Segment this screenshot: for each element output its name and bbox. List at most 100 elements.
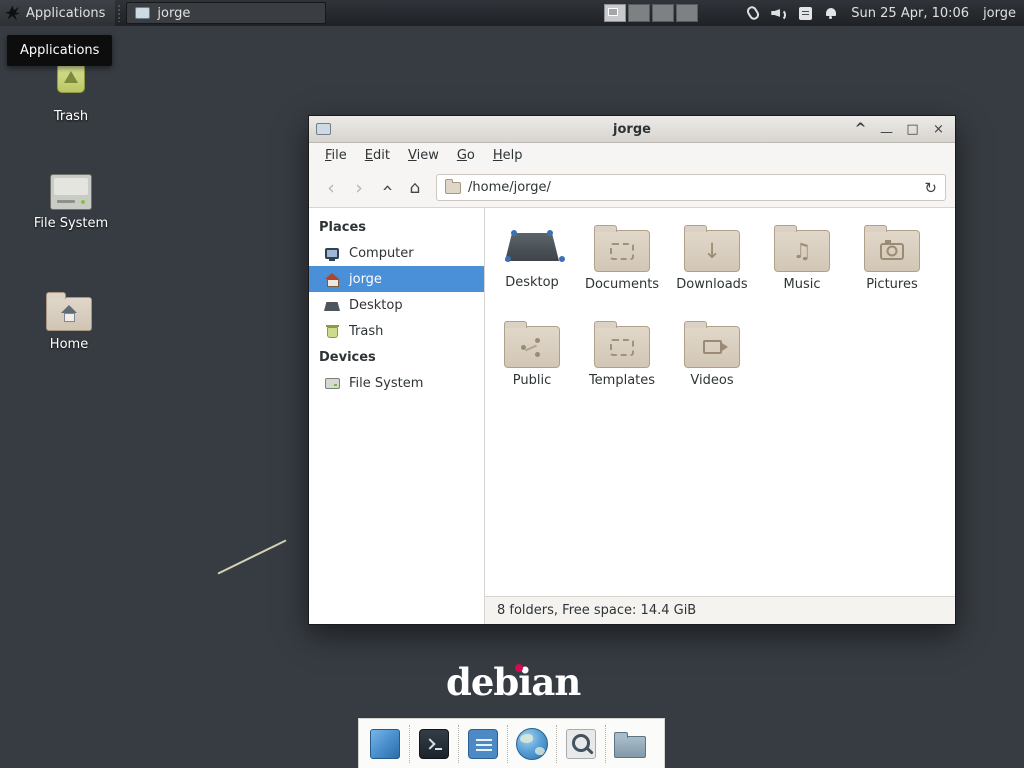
home-folder-icon [46,297,92,331]
minimize-button[interactable]: — [879,120,894,145]
volume-icon[interactable] [771,6,786,20]
file-label: Documents [585,277,659,292]
applications-menu-button[interactable]: Applications [0,0,115,26]
dock-item-web-browser[interactable] [512,724,552,764]
location-bar[interactable]: /home/jorge/ ↻ [436,174,946,201]
desktop-icon-label: File System [25,216,117,231]
file-videos[interactable]: Videos [667,314,757,410]
menu-view[interactable]: View [399,145,448,166]
music-note-icon: ♫ [793,241,812,262]
notifications-bell-icon[interactable] [825,7,837,20]
app-finder-icon [566,729,596,759]
desktop-icon-file-system[interactable]: File System [25,168,117,231]
sidebar-item-label: Computer [349,246,414,261]
file-label: Pictures [866,277,917,292]
debian-swirl-dot [515,664,523,672]
dock-separator [507,725,508,763]
workspace-1[interactable] [604,4,626,22]
sidebar-item-jorge[interactable]: jorge [309,266,484,292]
video-emblem-icon [703,340,722,354]
dock-item-app-finder[interactable] [561,724,601,764]
desktop-icon-label: Trash [25,109,117,124]
maximize-button[interactable]: □ [905,117,920,142]
home-button[interactable]: ⌂ [402,175,428,201]
menu-go[interactable]: Go [448,145,484,166]
places-header: Places [309,214,484,240]
notes-tray-icon[interactable] [799,7,812,20]
taskbar-window-button[interactable]: jorge [126,2,326,24]
window-body: Places Computer jorge Desktop Trash Devi… [309,208,955,624]
workspace-2[interactable] [628,4,650,22]
file-music[interactable]: ♫ Music [757,218,847,314]
folder-icon [684,326,740,368]
reload-button[interactable]: ↻ [924,179,937,197]
forward-button[interactable]: › [346,175,372,201]
folder-icon [594,230,650,272]
username-label[interactable]: jorge [983,6,1016,21]
web-browser-icon [516,728,548,760]
trash-icon [324,323,340,339]
menubar: File Edit View Go Help [309,143,955,168]
file-templates[interactable]: Templates [577,314,667,410]
debian-logo: debian [446,660,578,706]
recycle-mark-icon [64,71,78,83]
applications-tooltip: Applications [7,35,112,66]
computer-icon [324,245,340,261]
file-label: Music [784,277,821,292]
shade-button[interactable]: ^ [853,117,868,142]
statusbar-text: 8 folders, Free space: 14.4 GiB [497,603,696,618]
desktop-icon-home[interactable]: Home [23,288,115,352]
sidebar-item-label: Desktop [349,298,403,313]
close-button[interactable]: × [931,117,946,142]
file-label: Desktop [505,275,559,290]
download-arrow-icon: ↓ [703,241,721,262]
workspace-3[interactable] [652,4,674,22]
back-button[interactable]: ‹ [318,175,344,201]
drive-icon [324,375,340,391]
devices-header: Devices [309,344,484,370]
sidebar-item-label: Trash [349,324,383,339]
sidebar-item-file-system[interactable]: File System [309,370,484,396]
file-manager-icon [614,736,646,758]
desktop-icon-label: Home [23,337,115,352]
desktop-folder-icon [502,226,562,270]
desktop-icon [324,297,340,313]
file-documents[interactable]: Documents [577,218,667,314]
file-pane: Desktop Documents ↓ Downloads ♫ Music Pi… [485,208,955,624]
menu-file[interactable]: File [316,145,356,166]
file-public[interactable]: Public [487,314,577,410]
templates-emblem-icon [610,339,634,356]
up-button[interactable]: › [374,175,400,201]
folder-icon [594,326,650,368]
statusbar: 8 folders, Free space: 14.4 GiB [485,596,955,624]
dock-separator [458,725,459,763]
home-icon [324,271,340,287]
file-desktop[interactable]: Desktop [487,218,577,314]
dock-item-app-window[interactable] [463,724,503,764]
panel-separator [117,4,122,22]
menu-edit[interactable]: Edit [356,145,399,166]
file-label: Public [513,373,551,388]
clock[interactable]: Sun 25 Apr, 10:06 [851,6,969,21]
menu-help[interactable]: Help [484,145,532,166]
workspace-pager [604,4,700,22]
titlebar[interactable]: jorge ^ — □ × [309,116,955,143]
folder-icon [445,182,461,194]
mouse-indicator-icon[interactable] [745,4,761,21]
applications-label: Applications [26,6,105,21]
dock-item-terminal[interactable] [414,724,454,764]
sidebar-item-computer[interactable]: Computer [309,240,484,266]
folder-icon: ↓ [684,230,740,272]
taskbar-window-label: jorge [157,6,190,21]
workspace-4[interactable] [676,4,698,22]
file-pictures[interactable]: Pictures [847,218,937,314]
dock-separator [556,725,557,763]
toolbar: ‹ › › ⌂ /home/jorge/ ↻ [309,168,955,208]
sidebar-item-desktop[interactable]: Desktop [309,292,484,318]
dock-item-file-manager[interactable] [610,724,650,764]
dock-item-show-desktop[interactable] [365,724,405,764]
app-window-icon [468,729,498,759]
debian-wordmark: debian [446,660,580,704]
file-downloads[interactable]: ↓ Downloads [667,218,757,314]
sidebar-item-trash[interactable]: Trash [309,318,484,344]
